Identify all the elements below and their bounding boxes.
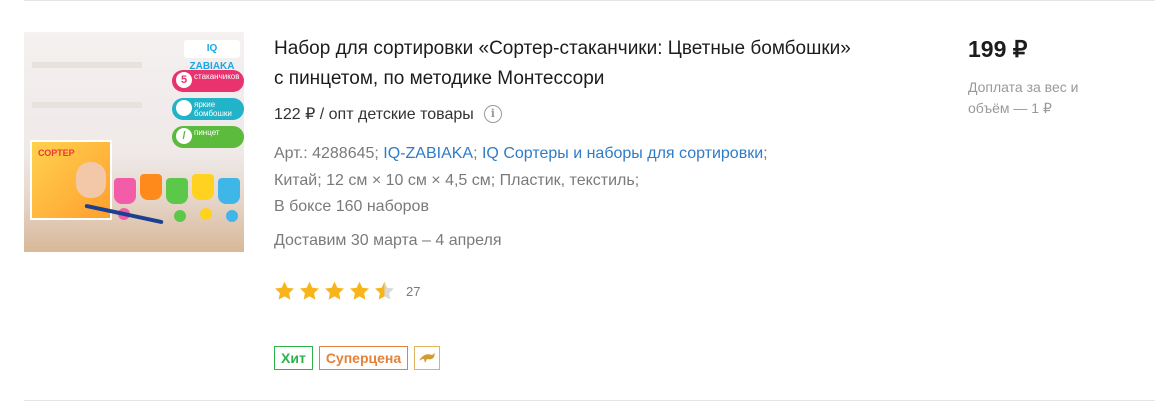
star-icon — [275, 281, 294, 300]
ball — [200, 208, 212, 220]
specs-line-3: В боксе 160 наборов — [274, 198, 429, 215]
dolphin-icon[interactable] — [414, 346, 441, 370]
info-icon[interactable]: i — [483, 105, 502, 123]
dolphin-icon-glyph — [419, 353, 436, 363]
box-title: СОРТЕР — [38, 148, 75, 158]
category-link[interactable]: IQ Сортеры и наборы для сортировки — [482, 145, 763, 162]
specs-line-2: Китай; 12 см × 10 см × 4,5 см; Пластик, … — [274, 171, 640, 189]
image-shelf — [32, 62, 142, 68]
delivery-dates: Доставим 30 марта – 4 апреля — [274, 232, 502, 249]
specs-line-1: Арт.: 4288645; IQ-ZABIAKA; IQ Сортеры и … — [274, 141, 914, 168]
star-icon — [350, 281, 369, 300]
star-icon — [300, 281, 319, 300]
article-number: Арт.: 4288645 — [274, 145, 375, 162]
brand-logo: IQ ZABIAKA — [184, 40, 240, 72]
weight-surcharge: Доплата за вес и объём — 1 ₽ — [968, 79, 1079, 116]
star-icon — [325, 281, 344, 300]
image-badge-text: стаканчиков — [194, 72, 240, 81]
balls-icon: ● — [176, 100, 192, 116]
hit-label: Хит — [274, 346, 313, 370]
separator: ; — [473, 145, 482, 162]
child-figure — [76, 162, 106, 198]
image-badge-text: яркие бомбошки — [194, 100, 232, 118]
product-image[interactable]: IQ ZABIAKA 5 стаканчиков ● яркие бомбошк… — [24, 32, 244, 252]
superprice-label: Суперцена — [318, 346, 409, 370]
image-shelf — [32, 102, 142, 108]
tweezers-icon: / — [176, 128, 192, 144]
wholesale-price-text: 122 ₽ / опт детские товары — [274, 106, 474, 123]
wholesale-price: 122 ₽ / опт детские товары i — [274, 104, 502, 124]
image-badge-balls: ● яркие бомбошки — [172, 98, 244, 120]
image-badge-tweezers: / пинцет — [172, 126, 244, 148]
image-badge-number: 5 — [176, 72, 192, 88]
star-half-icon — [375, 281, 394, 300]
cup — [140, 174, 162, 200]
cup — [192, 174, 214, 200]
product-title[interactable]: Набор для сортировки «Сортер-стаканчики:… — [274, 34, 854, 94]
image-badge-text: пинцет — [194, 128, 220, 137]
cup — [218, 178, 240, 204]
product-card: IQ ZABIAKA 5 стаканчиков ● яркие бомбошк… — [0, 0, 1155, 400]
rating[interactable]: 27 — [273, 280, 420, 302]
cup — [166, 178, 188, 204]
bottom-divider — [24, 400, 1155, 401]
image-badge-cups: 5 стаканчиков — [172, 70, 244, 92]
ball — [226, 210, 238, 222]
separator: ; — [763, 145, 768, 162]
product-specs: Арт.: 4288645; IQ-ZABIAKA; IQ Сортеры и … — [274, 141, 914, 221]
ball — [174, 210, 186, 222]
review-count[interactable]: 27 — [406, 284, 420, 299]
brand-link[interactable]: IQ-ZABIAKA — [383, 145, 473, 162]
cup — [114, 178, 136, 204]
product-labels: Хит Суперцена — [274, 346, 441, 370]
price: 199 ₽ — [968, 36, 1028, 62]
separator: ; — [374, 145, 384, 162]
